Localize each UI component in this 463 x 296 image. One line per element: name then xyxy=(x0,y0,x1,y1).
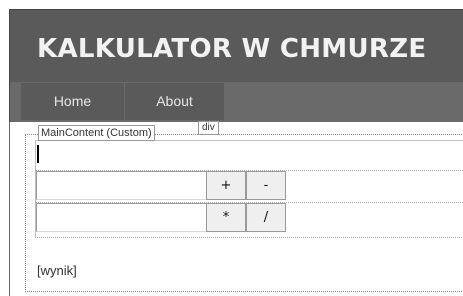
designer-page: KALKULATOR W CHMURZE Home About MainCont… xyxy=(0,0,463,296)
second-number-input[interactable] xyxy=(36,203,207,232)
subtract-button[interactable]: - xyxy=(246,171,286,200)
site-title: KALKULATOR W CHMURZE xyxy=(37,34,427,64)
divide-button[interactable]: / xyxy=(246,203,286,232)
element-tag-label[interactable]: div xyxy=(198,121,219,135)
menu-item-about[interactable]: About xyxy=(125,83,224,120)
site-header: KALKULATOR W CHMURZE xyxy=(9,9,463,83)
menu-item-home[interactable]: Home xyxy=(21,83,124,120)
multiply-button[interactable]: * xyxy=(206,203,246,232)
first-number-input[interactable] xyxy=(36,171,207,200)
add-button[interactable]: + xyxy=(206,171,246,200)
result-label: [wynik] xyxy=(37,263,77,278)
navigation-menu: Home About xyxy=(9,82,463,122)
content-placeholder-label[interactable]: MainContent (Custom) xyxy=(38,125,155,141)
text-cursor xyxy=(37,145,39,163)
